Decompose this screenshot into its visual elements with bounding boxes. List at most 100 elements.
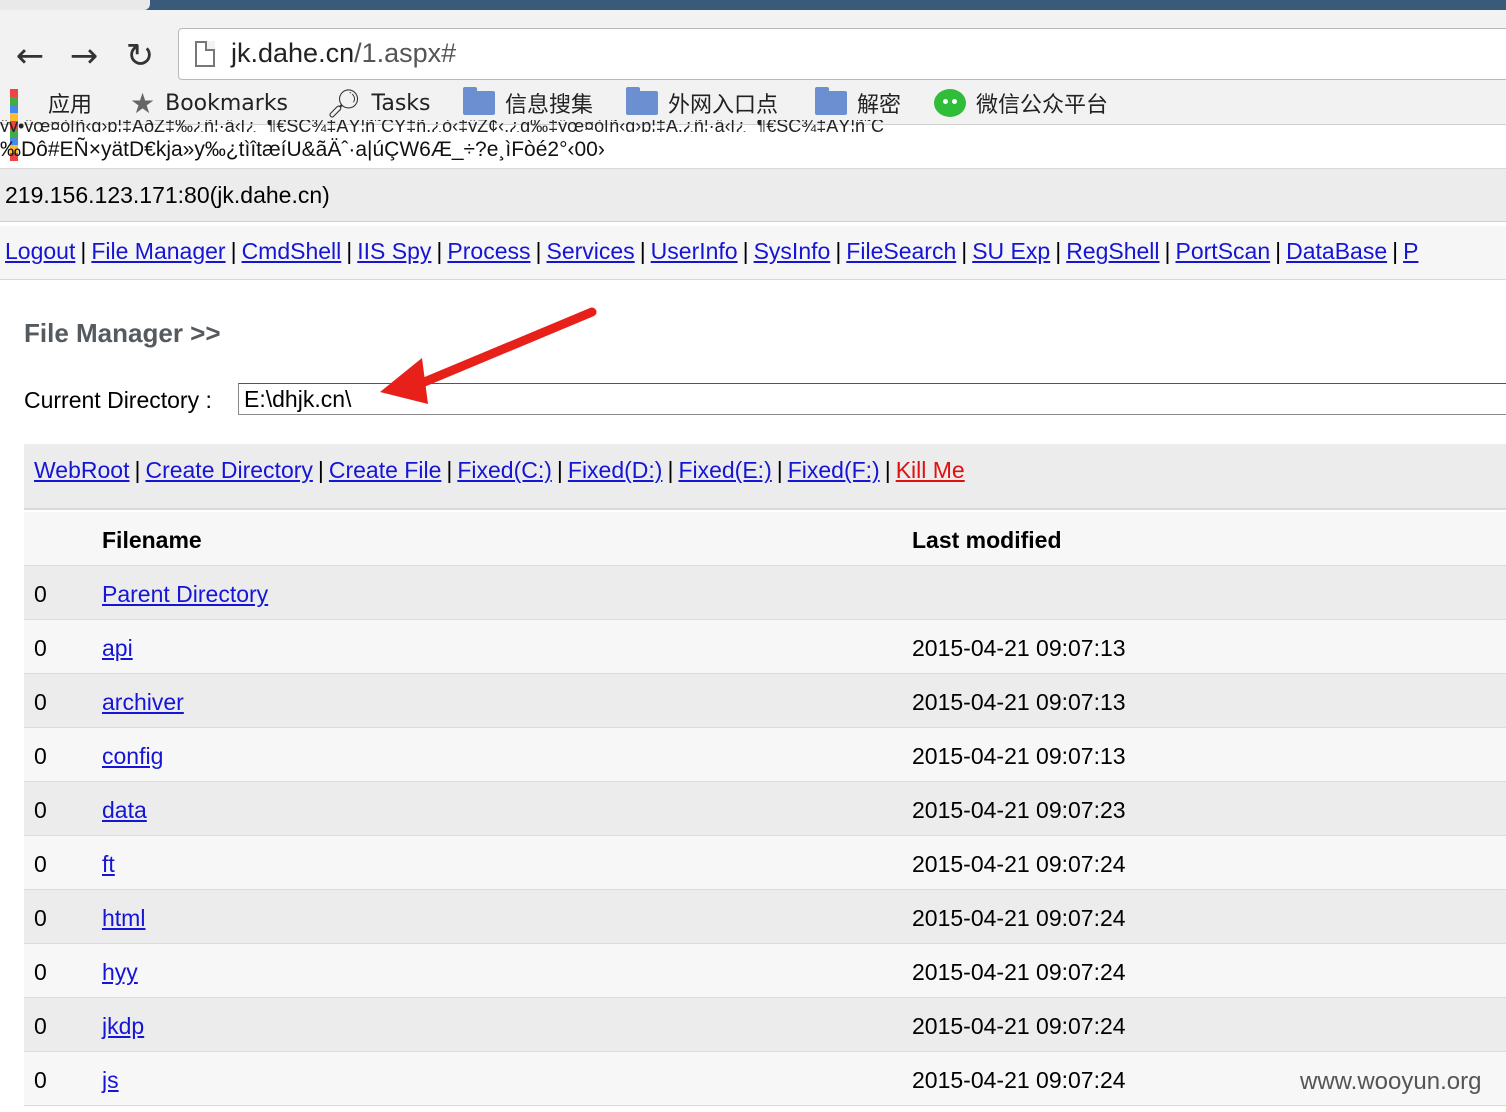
menu-services[interactable]: Services bbox=[546, 238, 634, 264]
file-link[interactable]: Parent Directory bbox=[102, 581, 268, 608]
folder-icon bbox=[626, 87, 658, 115]
table-row: 0 html 2015-04-21 09:07:24 bbox=[24, 890, 1506, 944]
bookmark-label: 信息搜集 bbox=[505, 93, 594, 118]
file-link[interactable]: config bbox=[102, 743, 163, 770]
watermark: www.wooyun.org bbox=[1300, 1068, 1482, 1095]
menu-cmdshell[interactable]: CmdShell bbox=[242, 238, 342, 264]
table-row: 0 data 2015-04-21 09:07:23 bbox=[24, 782, 1506, 836]
file-date: 2015-04-21 09:07:24 bbox=[912, 1067, 1126, 1093]
garbled-text-line: ÿy•ÿœ¤ò[ñ‹g›p¦‡ÁðŽ‡‰¿ñ¦·ä‹[¿_¶€ŠÇ¾‡ÂŸ¦ñ˜… bbox=[0, 120, 884, 132]
active-tab[interactable] bbox=[0, 0, 150, 10]
action-create-directory[interactable]: Create Directory bbox=[145, 457, 312, 483]
row-number: 0 bbox=[34, 635, 47, 661]
file-link[interactable]: jkdp bbox=[102, 1013, 144, 1040]
table-header: Filename Last modified bbox=[24, 512, 1506, 566]
file-action-bar: WebRoot | Create Directory | Create File | Fix… bbox=[24, 444, 1506, 510]
bookmark-apps[interactable]: 应用 bbox=[10, 86, 93, 161]
file-link[interactable]: ft bbox=[102, 851, 115, 878]
magnifier-icon: 🔎︎ bbox=[326, 86, 362, 120]
file-link[interactable]: js bbox=[102, 1067, 119, 1094]
folder-icon bbox=[815, 87, 847, 115]
drive-f-link[interactable]: Fixed(F:) bbox=[788, 457, 880, 483]
bookmark-wechat[interactable]: 微信公众平台 bbox=[934, 86, 1108, 120]
folder-icon bbox=[463, 87, 495, 115]
kill-me-link[interactable]: Kill Me bbox=[896, 457, 965, 483]
menu-logout[interactable]: Logout bbox=[5, 238, 75, 264]
menu-file-manager[interactable]: File Manager bbox=[91, 238, 225, 264]
url-text[interactable]: jk.dahe.cn/1.aspx# bbox=[231, 38, 456, 69]
file-date: 2015-04-21 09:07:24 bbox=[912, 959, 1126, 985]
table-row: 0 archiver 2015-04-21 09:07:13 bbox=[24, 674, 1506, 728]
table-row: 0 config 2015-04-21 09:07:13 bbox=[24, 728, 1506, 782]
row-number: 0 bbox=[34, 581, 47, 607]
garbled-text-line: ‰Dô#EÑ×yätD€kja»y‰¿tìîtæíU&ãÄˆ·a|úÇW6Æ_÷… bbox=[0, 138, 605, 161]
row-number: 0 bbox=[34, 743, 47, 769]
file-date: 2015-04-21 09:07:24 bbox=[912, 851, 1126, 877]
tab-strip bbox=[0, 0, 1506, 10]
menu-process[interactable]: Process bbox=[447, 238, 530, 264]
table-row: 0 jkdp 2015-04-21 09:07:24 bbox=[24, 998, 1506, 1052]
drive-d-link[interactable]: Fixed(D:) bbox=[568, 457, 663, 483]
drive-e-link[interactable]: Fixed(E:) bbox=[678, 457, 771, 483]
table-row: 0 ft 2015-04-21 09:07:24 bbox=[24, 836, 1506, 890]
row-number: 0 bbox=[34, 1013, 47, 1039]
file-date: 2015-04-21 09:07:23 bbox=[912, 797, 1126, 823]
column-header-filename[interactable]: Filename bbox=[102, 527, 202, 554]
apps-icon bbox=[10, 89, 38, 161]
table-row: 0 api 2015-04-21 09:07:13 bbox=[24, 620, 1506, 674]
menu-regshell[interactable]: RegShell bbox=[1066, 238, 1159, 264]
forward-arrow-icon[interactable]: → bbox=[64, 38, 104, 74]
bookmarks-bar: 应用 ★ Bookmarks 🔎︎ Tasks 信息搜集 外网入口点 解密 微信公众… bbox=[0, 82, 1506, 161]
row-number: 0 bbox=[34, 1067, 47, 1093]
column-header-modified[interactable]: Last modified bbox=[912, 527, 1062, 554]
host-text: 219.156.123.171:80(jk.dahe.cn) bbox=[5, 182, 330, 208]
menu-su-exp[interactable]: SU Exp bbox=[972, 238, 1050, 264]
bookmark-label: 应用 bbox=[48, 93, 93, 118]
current-directory-label: Current Directory : bbox=[24, 387, 212, 413]
menu-database[interactable]: DataBase bbox=[1286, 238, 1387, 264]
row-number: 0 bbox=[34, 959, 47, 985]
bookmark-bookmarks[interactable]: ★ Bookmarks bbox=[130, 86, 288, 120]
bookmark-folder-entry[interactable]: 外网入口点 bbox=[626, 86, 778, 120]
back-arrow-icon[interactable]: ← bbox=[10, 38, 50, 74]
table-row: 0 Parent Directory bbox=[24, 566, 1506, 620]
file-date: 2015-04-21 09:07:24 bbox=[912, 905, 1126, 931]
bookmark-label: 外网入口点 bbox=[668, 93, 779, 118]
file-date: 2015-04-21 09:07:13 bbox=[912, 743, 1126, 769]
file-link[interactable]: data bbox=[102, 797, 147, 824]
menu-sysinfo[interactable]: SysInfo bbox=[754, 238, 831, 264]
menu-truncated[interactable]: P bbox=[1403, 238, 1418, 264]
row-number: 0 bbox=[34, 689, 47, 715]
row-number: 0 bbox=[34, 905, 47, 931]
bookmark-folder-decrypt[interactable]: 解密 bbox=[815, 86, 901, 120]
file-link[interactable]: archiver bbox=[102, 689, 184, 716]
menu-portscan[interactable]: PortScan bbox=[1176, 238, 1271, 264]
action-create-file[interactable]: Create File bbox=[329, 457, 441, 483]
url-host: jk.dahe.cn bbox=[231, 38, 355, 68]
row-number: 0 bbox=[34, 851, 47, 877]
bookmark-label: 微信公众平台 bbox=[976, 93, 1109, 118]
file-link[interactable]: hyy bbox=[102, 959, 138, 986]
star-icon: ★ bbox=[130, 86, 156, 120]
bookmark-tasks[interactable]: 🔎︎ Tasks bbox=[326, 86, 431, 120]
action-webroot[interactable]: WebRoot bbox=[34, 457, 129, 483]
address-bar[interactable]: jk.dahe.cn/1.aspx# bbox=[178, 28, 1506, 80]
file-date: 2015-04-21 09:07:24 bbox=[912, 1013, 1126, 1039]
browser-toolbar: ← → ↻ jk.dahe.cn/1.aspx# bbox=[0, 10, 1506, 82]
reload-icon[interactable]: ↻ bbox=[120, 38, 160, 74]
host-bar: 219.156.123.171:80(jk.dahe.cn) bbox=[0, 168, 1506, 222]
bookmark-label: 解密 bbox=[857, 93, 902, 118]
red-arrow-icon bbox=[380, 307, 597, 404]
table-row: 0 js 2015-04-21 09:07:24 bbox=[24, 1052, 1506, 1106]
menu-userinfo[interactable]: UserInfo bbox=[651, 238, 738, 264]
row-number: 0 bbox=[34, 797, 47, 823]
file-link[interactable]: api bbox=[102, 635, 133, 662]
bookmark-label: Tasks bbox=[371, 90, 431, 116]
menu-iis-spy[interactable]: IIS Spy bbox=[357, 238, 431, 264]
file-link[interactable]: html bbox=[102, 905, 145, 932]
url-path: /1.aspx# bbox=[354, 38, 457, 68]
drive-c-link[interactable]: Fixed(C:) bbox=[457, 457, 552, 483]
bookmark-folder-info[interactable]: 信息搜集 bbox=[463, 86, 593, 120]
menu-filesearch[interactable]: FileSearch bbox=[846, 238, 956, 264]
wechat-icon bbox=[934, 89, 966, 117]
